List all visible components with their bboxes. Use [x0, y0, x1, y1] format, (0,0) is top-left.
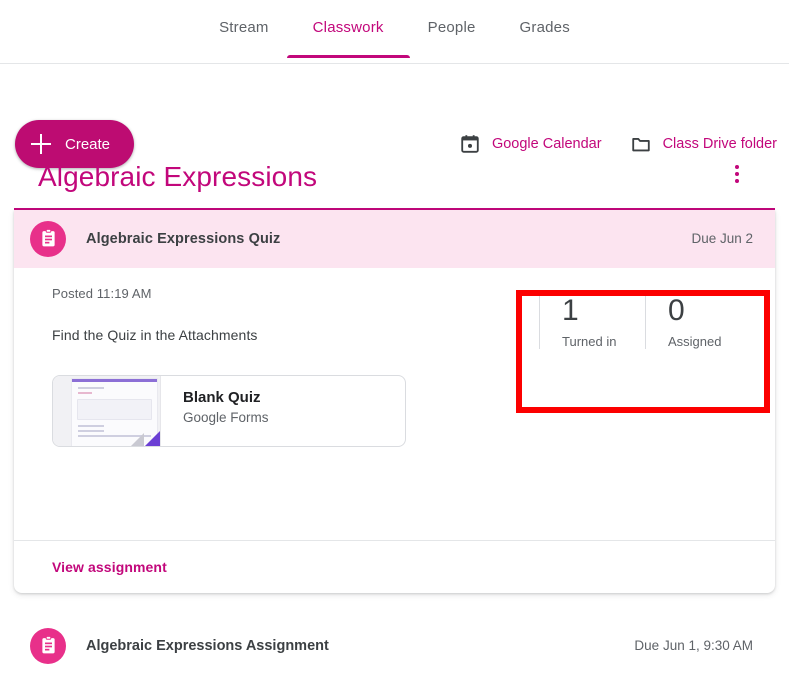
more-vert-dot	[735, 165, 739, 169]
assignment-row-collapsed[interactable]: Algebraic Expressions Assignment Due Jun…	[14, 616, 775, 675]
topic-header: Algebraic Expressions	[12, 134, 777, 208]
tab-grades[interactable]: Grades	[520, 19, 570, 58]
classwork-action-row: Create Google Calendar Class Drive folde…	[0, 64, 789, 168]
more-vert-dot	[735, 179, 739, 183]
assigned-label: Assigned	[668, 333, 722, 349]
attachment-title: Blank Quiz	[183, 388, 261, 406]
view-assignment-link[interactable]: View assignment	[52, 559, 167, 575]
assignment-status-counts: 1 Turned in 0 Assigned	[539, 293, 751, 349]
turned-in-stat[interactable]: 1 Turned in	[539, 293, 645, 349]
more-vert-dot	[735, 172, 739, 176]
google-forms-thumbnail	[53, 375, 161, 446]
assignment-card-header[interactable]: Algebraic Expressions Quiz Due Jun 2	[14, 209, 775, 268]
topic-more-options-button[interactable]	[719, 156, 755, 192]
assignment-due-date: Due Jun 1, 9:30 AM	[634, 638, 753, 654]
tab-list: Stream Classwork People Grades	[219, 19, 570, 58]
assignment-card-body: Posted 11:19 AM Find the Quiz in the Att…	[14, 268, 775, 516]
assignment-clipboard-icon	[30, 627, 66, 664]
attachment-subtitle: Google Forms	[183, 409, 269, 425]
class-tab-bar: Stream Classwork People Grades	[0, 0, 789, 64]
assignment-due-date: Due Jun 2	[691, 231, 753, 247]
tab-stream[interactable]: Stream	[219, 19, 269, 58]
assignment-card-footer: View assignment	[14, 539, 775, 593]
tab-people[interactable]: People	[428, 19, 476, 58]
assignment-card-expanded: Algebraic Expressions Quiz Due Jun 2 Pos…	[14, 209, 775, 593]
turned-in-count: 1	[562, 293, 579, 327]
attachment-card[interactable]: Blank Quiz Google Forms	[52, 374, 406, 447]
page-title: Algebraic Expressions	[38, 161, 318, 192]
assignment-title: Algebraic Expressions Assignment	[86, 637, 329, 654]
turned-in-label: Turned in	[562, 333, 617, 349]
assignment-clipboard-icon	[30, 220, 66, 257]
assigned-stat[interactable]: 0 Assigned	[645, 293, 751, 349]
assigned-count: 0	[668, 293, 685, 327]
assignment-title: Algebraic Expressions Quiz	[86, 230, 281, 247]
tab-classwork[interactable]: Classwork	[286, 19, 410, 58]
